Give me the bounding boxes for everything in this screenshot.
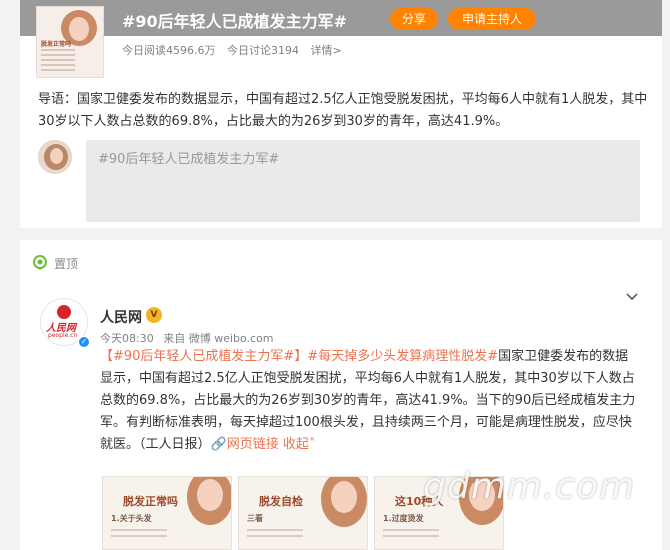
watermark: gdmm.com: [423, 466, 636, 507]
post-text: 【#90后年轻人已成植发主力军#】#每天掉多少头发算病理性脱发#国家卫健委发布的…: [100, 346, 640, 456]
image-thumbnail[interactable]: 脱发自检 三看: [238, 476, 368, 550]
post-source: 来自 微博 weibo.com: [163, 332, 274, 345]
chevron-down-icon[interactable]: [625, 292, 639, 302]
cover-face: [69, 17, 89, 41]
topic-title[interactable]: #90后年轻人已成植发主力军#: [122, 8, 347, 32]
thumbnail-subtitle: 三看: [247, 514, 263, 523]
chevron-up-icon[interactable]: ˄: [309, 437, 316, 452]
thumbnail-line: [111, 529, 167, 531]
thumbnail-subtitle: 1.关于头发: [111, 514, 152, 523]
people-logo-sub: people.cn: [48, 332, 78, 339]
thumbnail-subtitle: 1.过度烫发: [383, 514, 424, 523]
collapse-link[interactable]: 收起: [283, 437, 309, 452]
topic-cover-image[interactable]: 脱发正常吗: [36, 6, 104, 78]
details-link[interactable]: 详情>: [311, 44, 342, 57]
share-button[interactable]: 分享: [390, 8, 439, 30]
thumbnail-face: [197, 479, 223, 511]
verified-badge-icon: ✓: [78, 336, 90, 348]
topic-stats: 今日阅读4596.6万 今日讨论3194 详情>: [122, 42, 350, 58]
thumbnail-line: [383, 535, 439, 537]
discuss-count: 今日讨论3194: [227, 44, 299, 57]
cover-text-lines: [41, 49, 75, 74]
post-compose-input[interactable]: #90后年轻人已成植发主力军#: [86, 140, 640, 222]
apply-host-button[interactable]: 申请主持人: [448, 8, 537, 30]
thumbnail-line: [111, 535, 167, 537]
people-logo-mark: [57, 305, 71, 319]
image-thumbnail[interactable]: 脱发正常吗 1.关于头发: [102, 476, 232, 550]
avatar-face: [50, 148, 63, 164]
pinned-label: 置顶: [54, 257, 79, 271]
post-meta: 今天08:30 来自 微博 weibo.com: [100, 330, 280, 346]
thumbnail-face: [331, 481, 357, 513]
topic-tag-link[interactable]: 【#90后年轻人已成植发主力军#】: [100, 349, 307, 364]
read-count: 今日阅读4596.6万: [122, 44, 216, 57]
user-avatar[interactable]: [38, 140, 72, 174]
topic-tag-link-2[interactable]: #每天掉多少头发算病理性脱发#: [307, 349, 498, 364]
web-link[interactable]: 网页链接: [227, 437, 279, 452]
thumbnail-title: 脱发自检: [259, 495, 303, 508]
topic-intro: 导语：国家卫健委发布的数据显示，中国有超过2.5亿人正饱受脱发困扰，平均每6人中…: [38, 92, 648, 129]
pin-icon: [33, 255, 47, 270]
topic-card: 脱发正常吗 #90后年轻人已成植发主力军# 分享 申请主持人 今日阅读4596.…: [20, 0, 662, 228]
thumbnail-title: 脱发正常吗: [123, 495, 178, 508]
thumbnail-line: [247, 535, 303, 537]
thumbnail-line: [383, 529, 439, 531]
cover-title: 脱发正常吗: [41, 41, 72, 48]
link-icon: 🔗: [210, 437, 227, 452]
author-name[interactable]: 人民网: [100, 307, 142, 327]
thumbnail-line: [247, 529, 303, 531]
vip-badge-icon[interactable]: V: [146, 307, 162, 323]
post-body: 国家卫健委发布的数据显示，中国有超过2.5亿人正饱受脱发困扰，平均每6人中就有1…: [100, 349, 636, 452]
post-time[interactable]: 今天08:30: [100, 332, 154, 345]
